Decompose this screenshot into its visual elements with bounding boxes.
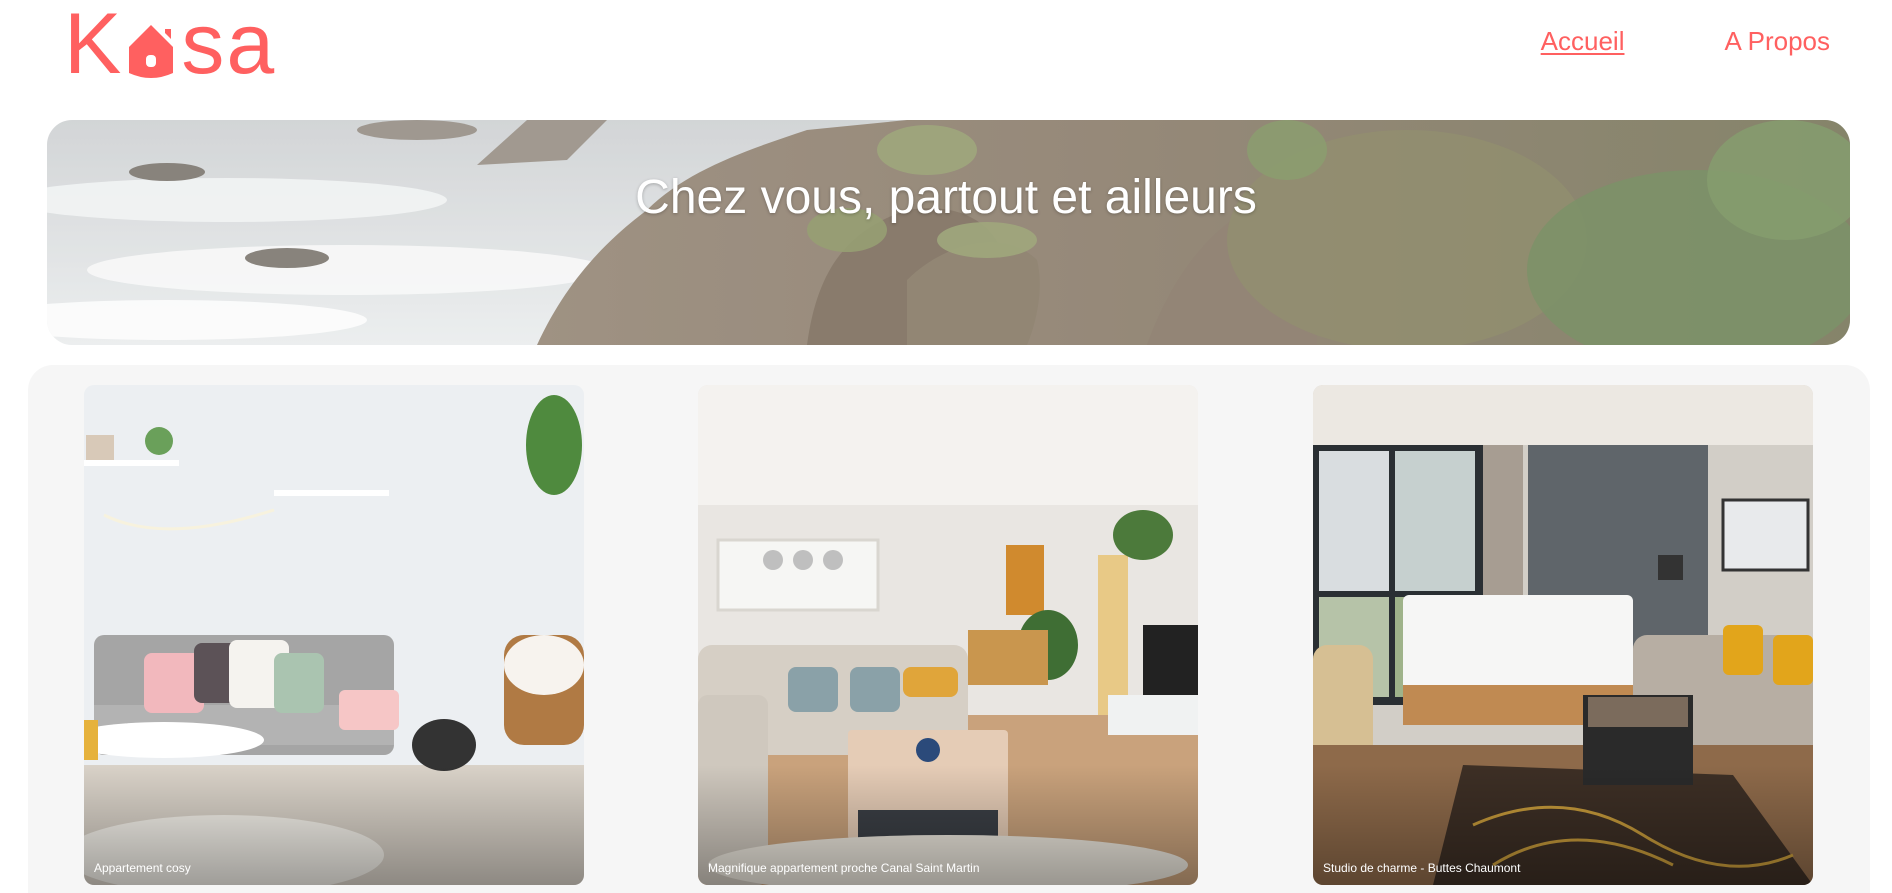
listing-title: Magnifique appartement proche Canal Sain… [708,861,980,875]
logo-letter-k: K [64,0,124,92]
listing-title: Appartement cosy [94,861,191,875]
listing-title: Studio de charme - Buttes Chaumont [1323,861,1521,875]
kasa-logo[interactable]: K sa [64,0,277,92]
banner-background-image [47,120,1850,345]
main-nav: Accueil A Propos [1541,26,1830,57]
listing-card-buttes-chaumont[interactable]: Studio de charme - Buttes Chaumont [1313,385,1813,885]
hero-banner [47,120,1850,345]
banner-title: Chez vous, partout et ailleurs [635,171,1257,224]
listing-card-canal-saint-martin[interactable]: Magnifique appartement proche Canal Sain… [698,385,1198,885]
logo-letters-sa: sa [181,0,277,92]
header: K sa Accueil A Propos [0,0,1892,110]
nav-link-accueil[interactable]: Accueil [1541,26,1625,57]
nav-link-a-propos[interactable]: A Propos [1724,26,1830,57]
listing-card-appartement-cosy[interactable]: Appartement cosy [84,385,584,885]
house-icon [129,25,174,78]
